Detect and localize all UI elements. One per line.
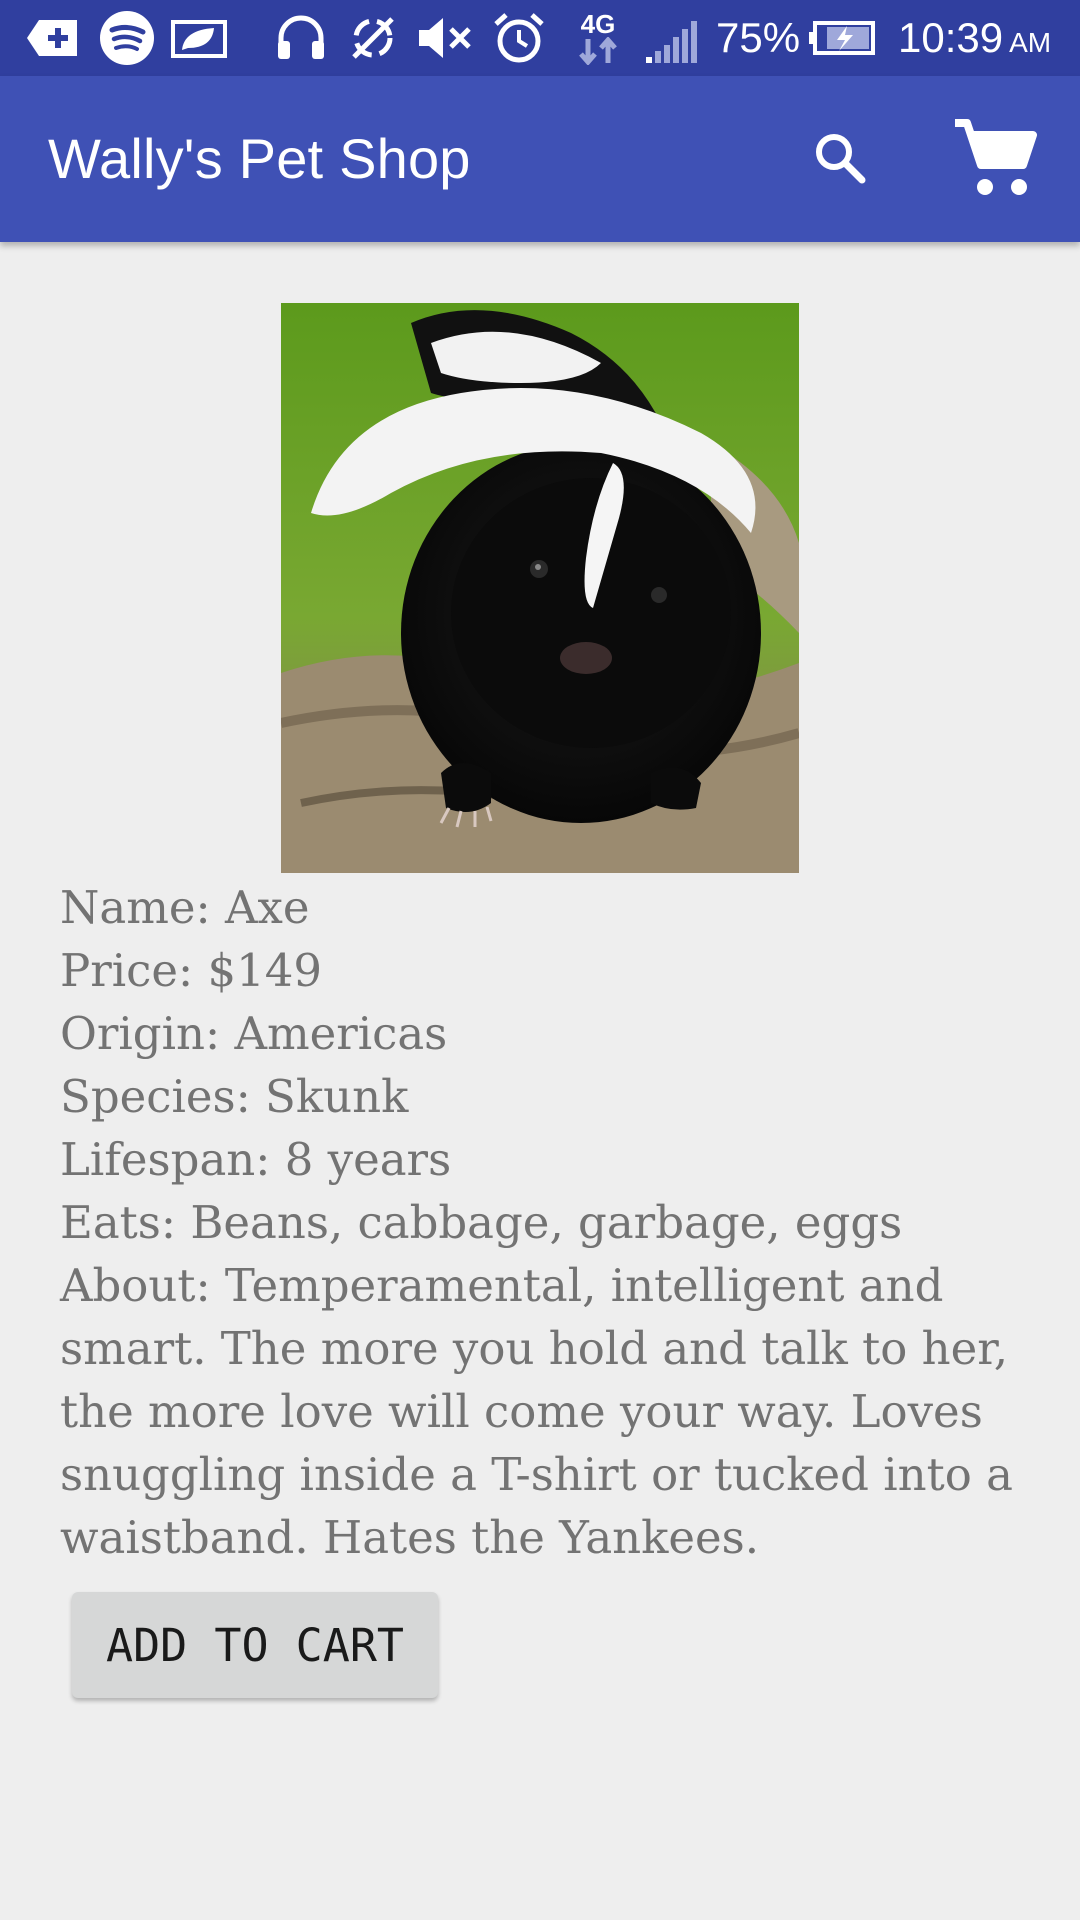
pet-image bbox=[281, 303, 799, 873]
headset-icon bbox=[272, 10, 330, 66]
pet-price: Price: $149 bbox=[60, 944, 323, 997]
clock-time: 10:39 bbox=[898, 14, 1004, 61]
clock-ampm: AM bbox=[1009, 27, 1052, 58]
cart-button[interactable] bbox=[944, 110, 1044, 206]
network-label: 4G bbox=[580, 9, 616, 39]
clock: 10:39 AM bbox=[898, 14, 1051, 62]
pet-name: Name: Axe bbox=[60, 881, 310, 934]
pet-lifespan: Lifespan: 8 years bbox=[60, 1133, 452, 1186]
pet-eats: Eats: Beans, cabbage, garbage, eggs bbox=[60, 1196, 903, 1249]
pet-origin: Origin: Americas bbox=[60, 1007, 448, 1060]
spotify-icon bbox=[98, 10, 156, 66]
battery-charging-icon bbox=[806, 10, 878, 66]
add-to-cart-button[interactable]: ADD TO CART bbox=[72, 1592, 438, 1698]
alarm-icon bbox=[490, 10, 548, 66]
app-toolbar: Wally's Pet Shop bbox=[0, 76, 1080, 242]
search-icon bbox=[816, 134, 866, 184]
signal-icon bbox=[642, 10, 706, 66]
sync-off-icon bbox=[344, 10, 402, 66]
skunk-photo bbox=[281, 303, 799, 873]
status-bar: 4G 75% 10:39 AM bbox=[0, 0, 1080, 76]
pet-species: Species: Skunk bbox=[60, 1070, 409, 1123]
page-title: Wally's Pet Shop bbox=[48, 127, 471, 190]
plus-shield-icon bbox=[26, 10, 82, 66]
cart-icon bbox=[955, 119, 1037, 195]
pet-details: Name: Axe Price: $149 Origin: Americas S… bbox=[60, 876, 1020, 1569]
battery-percent: 75% bbox=[716, 14, 801, 61]
leaf-card-icon bbox=[170, 10, 228, 66]
mute-icon bbox=[414, 10, 476, 66]
search-button[interactable] bbox=[800, 118, 880, 198]
network-4g-icon: 4G bbox=[572, 10, 624, 66]
pet-about: About: Temperamental, intelligent and sm… bbox=[60, 1259, 1013, 1564]
